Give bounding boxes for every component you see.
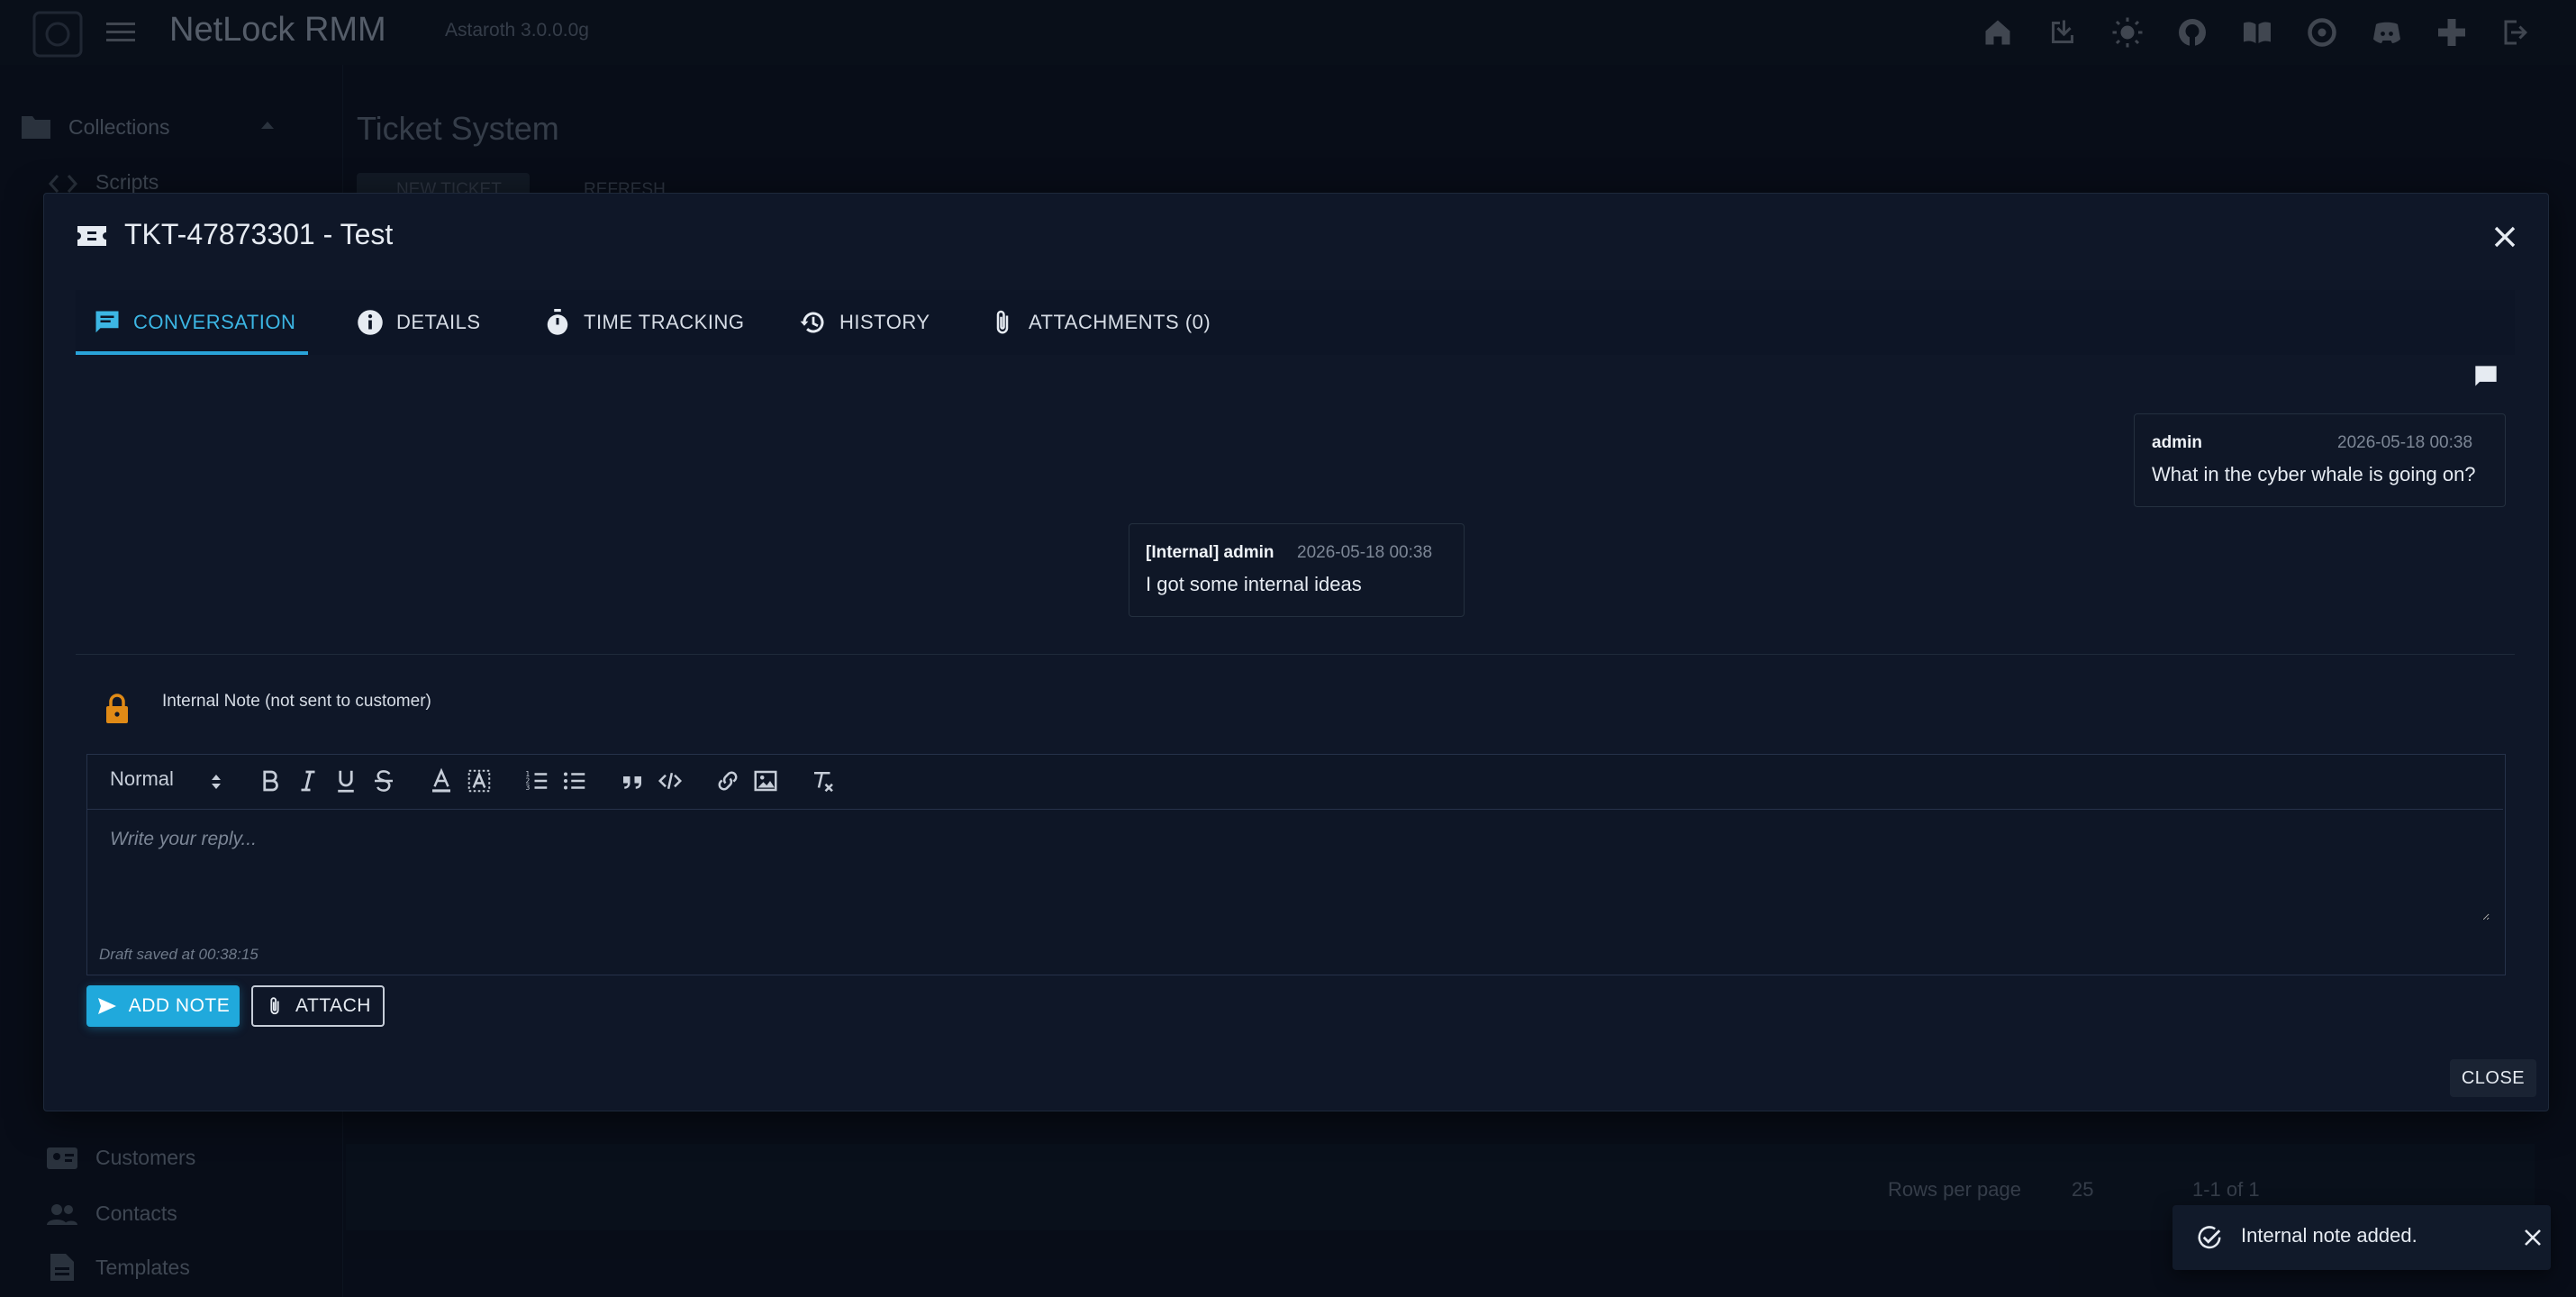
tab-details[interactable]: DETAILS [357, 290, 481, 355]
svg-text:3: 3 [526, 784, 531, 792]
message-author: admin [2152, 433, 2202, 452]
paperclip-icon [996, 310, 1009, 334]
add-note-label: ADD NOTE [128, 995, 231, 1016]
close-button[interactable]: CLOSE [2450, 1059, 2536, 1097]
ticket-icon [77, 223, 106, 249]
chat-icon [95, 311, 119, 333]
message-time: 2026-05-18 00:38 [2337, 433, 2473, 452]
attach-label: ATTACH [295, 995, 371, 1016]
send-icon [97, 998, 116, 1014]
stopwatch-icon [547, 309, 568, 335]
message-internal [1129, 523, 1465, 617]
attach-button[interactable]: ATTACH [251, 985, 385, 1027]
close-icon[interactable] [2491, 223, 2518, 250]
image-icon[interactable] [752, 767, 779, 794]
toast-message: Internal note added. [2241, 1224, 2417, 1247]
link-icon[interactable] [714, 767, 741, 794]
ordered-list-icon[interactable]: 123 [523, 767, 550, 794]
bold-icon[interactable] [257, 767, 284, 794]
tab-label: ATTACHMENTS (0) [1029, 311, 1211, 333]
tab-attachments[interactable]: ATTACHMENTS (0) [989, 290, 1211, 355]
format-select[interactable]: Normal [110, 767, 174, 791]
reply-input[interactable] [108, 827, 2490, 921]
lock-icon [104, 694, 130, 724]
divider [76, 654, 2515, 655]
italic-icon[interactable] [295, 767, 322, 794]
code-block-icon[interactable] [657, 767, 684, 794]
text-color-icon[interactable] [428, 767, 455, 794]
background-color-icon[interactable] [466, 767, 493, 794]
message-text: What in the cyber whale is going on? [2152, 463, 2476, 485]
tab-time-tracking[interactable]: TIME TRACKING [544, 290, 744, 355]
clear-format-icon[interactable] [810, 767, 837, 794]
select-arrows-icon[interactable] [211, 773, 222, 791]
bullet-list-icon[interactable] [561, 767, 588, 794]
add-note-button[interactable]: ADD NOTE [86, 985, 240, 1027]
paperclip-icon [270, 997, 279, 1015]
message-customer [2134, 413, 2506, 507]
tab-label: DETAILS [396, 311, 481, 333]
message-time: 2026-05-18 00:38 [1297, 543, 1433, 562]
draft-status: Draft saved at 00:38:15 [99, 946, 259, 963]
message-text: I got some internal ideas [1146, 573, 1362, 595]
tab-label: HISTORY [839, 311, 930, 333]
internal-note-label: Internal Note (not sent to customer) [162, 692, 431, 711]
history-icon [800, 312, 824, 333]
toast-close-icon[interactable] [2522, 1227, 2544, 1248]
check-circle-icon [2196, 1225, 2223, 1252]
dialog-title: TKT-47873301 - Test [124, 218, 394, 250]
active-tab-indicator [76, 351, 308, 355]
info-icon [358, 310, 383, 335]
strikethrough-icon[interactable] [370, 767, 397, 794]
tab-label: CONVERSATION [133, 311, 296, 333]
blockquote-icon[interactable] [619, 767, 646, 794]
tab-history[interactable]: HISTORY [800, 290, 930, 355]
tab-label: TIME TRACKING [584, 311, 745, 333]
tab-conversation[interactable]: CONVERSATION [94, 290, 295, 355]
comment-icon[interactable] [2473, 364, 2499, 389]
message-author: [Internal] admin [1146, 543, 1274, 562]
underline-icon[interactable] [332, 767, 359, 794]
